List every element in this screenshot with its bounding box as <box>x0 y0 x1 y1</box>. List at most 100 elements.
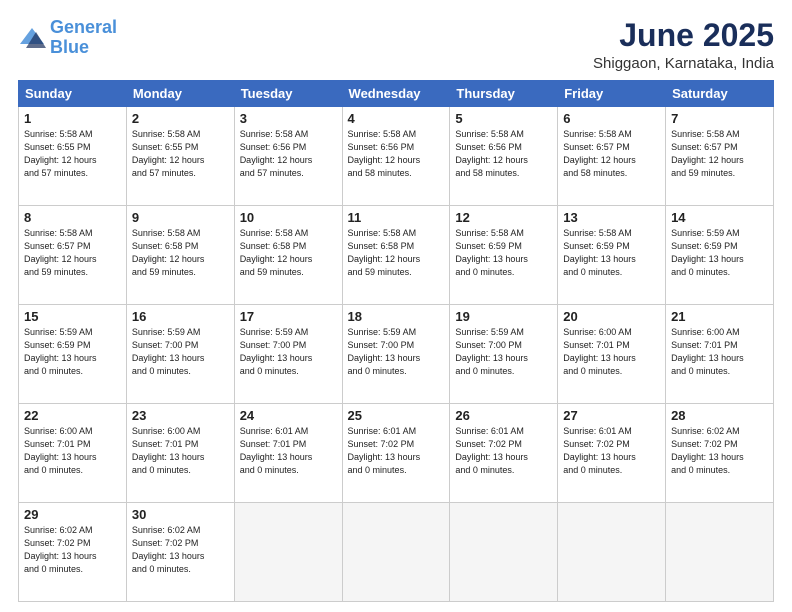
day-info: Sunrise: 5:59 AM Sunset: 6:59 PM Dayligh… <box>671 227 768 279</box>
day-info: Sunrise: 6:00 AM Sunset: 7:01 PM Dayligh… <box>671 326 768 378</box>
day-info: Sunrise: 5:58 AM Sunset: 6:55 PM Dayligh… <box>24 128 121 180</box>
table-row: 30Sunrise: 6:02 AM Sunset: 7:02 PM Dayli… <box>126 503 234 602</box>
table-row: 11 Sunrise: 5:58 AM Sunset: 6:58 PM Dayli… <box>342 206 450 305</box>
week-row-1: 1 Sunrise: 5:58 AM Sunset: 6:55 PM Daylig… <box>19 107 774 206</box>
day-number: 28 <box>671 408 768 423</box>
day-info: Sunrise: 5:59 AM Sunset: 7:00 PM Dayligh… <box>240 326 337 378</box>
table-row: 15 Sunrise: 5:59 AM Sunset: 6:59 PM Dayli… <box>19 305 127 404</box>
day-number: 22 <box>24 408 121 423</box>
day-info: Sunrise: 5:58 AM Sunset: 6:59 PM Dayligh… <box>455 227 552 279</box>
table-row: 23Sunrise: 6:00 AM Sunset: 7:01 PM Dayli… <box>126 404 234 503</box>
table-row: 14 Sunrise: 5:59 AM Sunset: 6:59 PM Dayli… <box>666 206 774 305</box>
table-row: 9 Sunrise: 5:58 AM Sunset: 6:58 PM Daylig… <box>126 206 234 305</box>
col-monday: Monday <box>126 81 234 107</box>
day-info: Sunrise: 5:58 AM Sunset: 6:58 PM Dayligh… <box>348 227 445 279</box>
logo-icon <box>18 24 46 52</box>
day-info: Sunrise: 6:02 AM Sunset: 7:02 PM Dayligh… <box>671 425 768 477</box>
day-number: 18 <box>348 309 445 324</box>
col-sunday: Sunday <box>19 81 127 107</box>
table-row: 24 Sunrise: 6:01 AM Sunset: 7:01 PM Dayli… <box>234 404 342 503</box>
table-row: 21 Sunrise: 6:00 AM Sunset: 7:01 PM Dayli… <box>666 305 774 404</box>
table-row: 10Sunrise: 5:58 AM Sunset: 6:58 PM Dayli… <box>234 206 342 305</box>
week-row-3: 15 Sunrise: 5:59 AM Sunset: 6:59 PM Dayli… <box>19 305 774 404</box>
table-row: 2 Sunrise: 5:58 AM Sunset: 6:55 PM Daylig… <box>126 107 234 206</box>
logo: GeneralBlue <box>18 18 117 58</box>
location: Shiggaon, Karnataka, India <box>593 55 774 72</box>
day-number: 26 <box>455 408 552 423</box>
day-info: Sunrise: 5:59 AM Sunset: 7:00 PM Dayligh… <box>132 326 229 378</box>
day-info: Sunrise: 6:01 AM Sunset: 7:01 PM Dayligh… <box>240 425 337 477</box>
day-info: Sunrise: 5:59 AM Sunset: 7:00 PM Dayligh… <box>455 326 552 378</box>
month-title: June 2025 <box>593 18 774 53</box>
title-block: June 2025 Shiggaon, Karnataka, India <box>593 18 774 72</box>
day-info: Sunrise: 6:01 AM Sunset: 7:02 PM Dayligh… <box>563 425 660 477</box>
table-row: 5 Sunrise: 5:58 AM Sunset: 6:56 PM Daylig… <box>450 107 558 206</box>
table-row <box>342 503 450 602</box>
day-number: 12 <box>455 210 552 225</box>
day-number: 5 <box>455 111 552 126</box>
day-number: 27 <box>563 408 660 423</box>
day-number: 25 <box>348 408 445 423</box>
day-info: Sunrise: 6:01 AM Sunset: 7:02 PM Dayligh… <box>348 425 445 477</box>
table-row: 27 Sunrise: 6:01 AM Sunset: 7:02 PM Dayli… <box>558 404 666 503</box>
day-info: Sunrise: 5:58 AM Sunset: 6:56 PM Dayligh… <box>455 128 552 180</box>
table-row: 16 Sunrise: 5:59 AM Sunset: 7:00 PM Dayli… <box>126 305 234 404</box>
col-saturday: Saturday <box>666 81 774 107</box>
col-wednesday: Wednesday <box>342 81 450 107</box>
day-number: 3 <box>240 111 337 126</box>
day-number: 1 <box>24 111 121 126</box>
day-info: Sunrise: 5:58 AM Sunset: 6:56 PM Dayligh… <box>240 128 337 180</box>
day-info: Sunrise: 5:58 AM Sunset: 6:57 PM Dayligh… <box>671 128 768 180</box>
week-row-5: 29 Sunrise: 6:02 AM Sunset: 7:02 PM Dayli… <box>19 503 774 602</box>
col-tuesday: Tuesday <box>234 81 342 107</box>
logo-general: General <box>50 17 117 37</box>
day-info: Sunrise: 5:58 AM Sunset: 6:58 PM Dayligh… <box>132 227 229 279</box>
day-number: 11 <box>348 210 445 225</box>
day-number: 17 <box>240 309 337 324</box>
table-row: 6Sunrise: 5:58 AM Sunset: 6:57 PM Daylig… <box>558 107 666 206</box>
table-row: 4 Sunrise: 5:58 AM Sunset: 6:56 PM Daylig… <box>342 107 450 206</box>
header-row: Sunday Monday Tuesday Wednesday Thursday… <box>19 81 774 107</box>
table-row: 26 Sunrise: 6:01 AM Sunset: 7:02 PM Dayli… <box>450 404 558 503</box>
day-info: Sunrise: 5:59 AM Sunset: 7:00 PM Dayligh… <box>348 326 445 378</box>
day-number: 13 <box>563 210 660 225</box>
day-info: Sunrise: 6:01 AM Sunset: 7:02 PM Dayligh… <box>455 425 552 477</box>
day-number: 9 <box>132 210 229 225</box>
table-row: 17 Sunrise: 5:59 AM Sunset: 7:00 PM Dayli… <box>234 305 342 404</box>
day-number: 10 <box>240 210 337 225</box>
day-number: 16 <box>132 309 229 324</box>
logo-text: GeneralBlue <box>50 18 117 58</box>
table-row: 19Sunrise: 5:59 AM Sunset: 7:00 PM Dayli… <box>450 305 558 404</box>
day-info: Sunrise: 5:58 AM Sunset: 6:56 PM Dayligh… <box>348 128 445 180</box>
day-info: Sunrise: 5:58 AM Sunset: 6:55 PM Dayligh… <box>132 128 229 180</box>
table-row: 28 Sunrise: 6:02 AM Sunset: 7:02 PM Dayli… <box>666 404 774 503</box>
day-number: 4 <box>348 111 445 126</box>
day-number: 8 <box>24 210 121 225</box>
calendar: Sunday Monday Tuesday Wednesday Thursday… <box>18 80 774 602</box>
table-row: 12 Sunrise: 5:58 AM Sunset: 6:59 PM Dayli… <box>450 206 558 305</box>
day-info: Sunrise: 6:00 AM Sunset: 7:01 PM Dayligh… <box>132 425 229 477</box>
day-info: Sunrise: 6:00 AM Sunset: 7:01 PM Dayligh… <box>563 326 660 378</box>
day-number: 20 <box>563 309 660 324</box>
day-info: Sunrise: 5:58 AM Sunset: 6:57 PM Dayligh… <box>563 128 660 180</box>
table-row <box>234 503 342 602</box>
day-number: 14 <box>671 210 768 225</box>
day-info: Sunrise: 6:02 AM Sunset: 7:02 PM Dayligh… <box>132 524 229 576</box>
table-row: 29 Sunrise: 6:02 AM Sunset: 7:02 PM Dayli… <box>19 503 127 602</box>
day-number: 21 <box>671 309 768 324</box>
day-number: 15 <box>24 309 121 324</box>
day-info: Sunrise: 5:58 AM Sunset: 6:59 PM Dayligh… <box>563 227 660 279</box>
table-row: 7Sunrise: 5:58 AM Sunset: 6:57 PM Daylig… <box>666 107 774 206</box>
day-number: 2 <box>132 111 229 126</box>
table-row <box>558 503 666 602</box>
day-info: Sunrise: 6:00 AM Sunset: 7:01 PM Dayligh… <box>24 425 121 477</box>
table-row: 3 Sunrise: 5:58 AM Sunset: 6:56 PM Daylig… <box>234 107 342 206</box>
table-row <box>450 503 558 602</box>
day-number: 24 <box>240 408 337 423</box>
day-info: Sunrise: 6:02 AM Sunset: 7:02 PM Dayligh… <box>24 524 121 576</box>
header: GeneralBlue June 2025 Shiggaon, Karnatak… <box>18 18 774 72</box>
day-number: 29 <box>24 507 121 522</box>
day-info: Sunrise: 5:59 AM Sunset: 6:59 PM Dayligh… <box>24 326 121 378</box>
col-friday: Friday <box>558 81 666 107</box>
table-row: 25 Sunrise: 6:01 AM Sunset: 7:02 PM Dayli… <box>342 404 450 503</box>
